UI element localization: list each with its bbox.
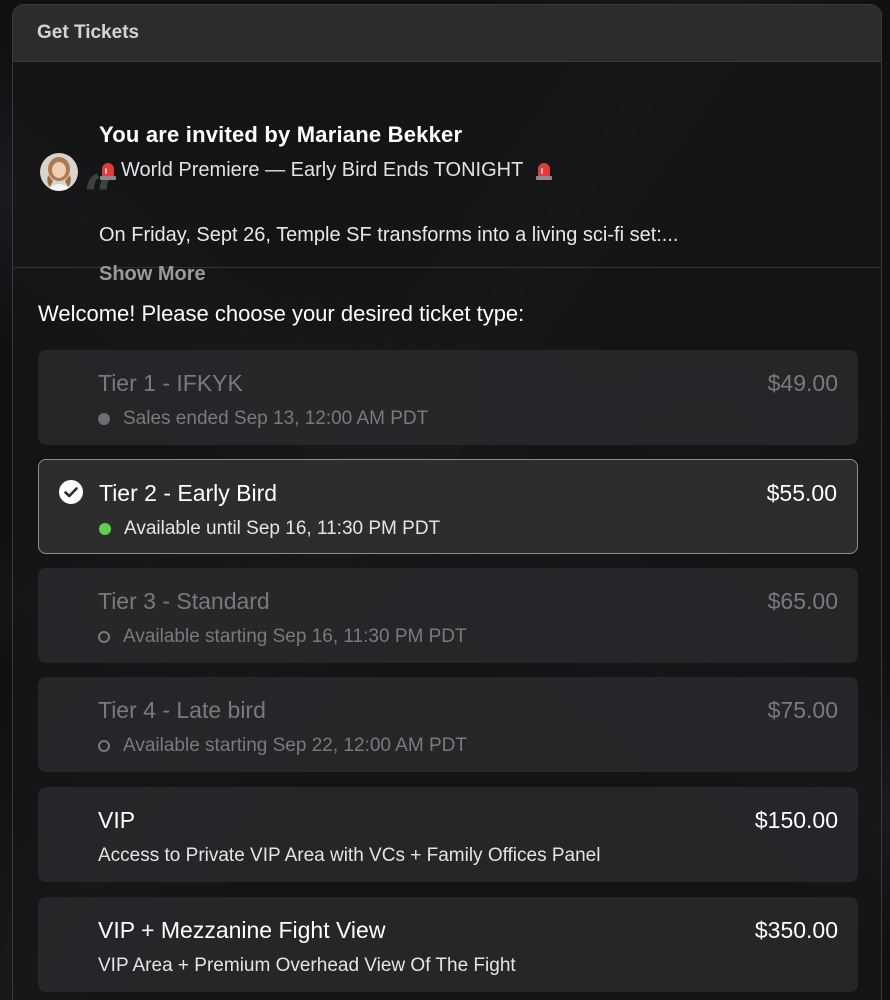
status-dot-ended-icon: [98, 413, 110, 425]
status-dot-available-icon: [99, 523, 111, 535]
panel-header: Get Tickets: [13, 5, 881, 62]
checkmark-circle-icon: [59, 480, 83, 504]
ticket-price: $350.00: [754, 917, 838, 943]
invite-section: “ You are invited by Mariane Bekker Worl…: [13, 62, 881, 285]
ticket-prompt: Welcome! Please choose your desired tick…: [38, 301, 525, 326]
event-tagline: World Premiere — Early Bird Ends TONIGHT: [99, 159, 553, 182]
ticket-option-tier-1[interactable]: Tier 1 - IFKYK $49.00 Sales ended Sep 13…: [38, 350, 858, 445]
ticket-status-text: Available starting Sep 22, 12:00 AM PDT: [123, 735, 467, 756]
status-dot-upcoming-icon: [98, 631, 110, 643]
ticket-status: Available starting Sep 16, 11:30 PM PDT: [98, 626, 467, 648]
ticket-description-text: Access to Private VIP Area with VCs + Fa…: [98, 845, 601, 866]
ticket-status-text: Available until Sep 16, 11:30 PM PDT: [124, 518, 441, 539]
ticket-name: Tier 3 - Standard: [98, 588, 270, 614]
ticket-price: $65.00: [767, 588, 838, 614]
ticket-name: Tier 4 - Late bird: [98, 697, 266, 723]
event-description: On Friday, Sept 26, Temple SF transforms…: [99, 224, 679, 246]
invite-heading: You are invited by Mariane Bekker: [99, 122, 861, 148]
ticket-name: Tier 1 - IFKYK: [98, 370, 243, 396]
ticket-status: Available until Sep 16, 11:30 PM PDT: [99, 518, 440, 540]
ticket-price: $150.00: [754, 807, 838, 833]
ticket-name: VIP + Mezzanine Fight View: [98, 917, 386, 943]
ticket-description: VIP Area + Premium Overhead View Of The …: [98, 955, 516, 977]
ticket-option-tier-4[interactable]: Tier 4 - Late bird $75.00 Available star…: [38, 677, 858, 772]
ticket-description: Access to Private VIP Area with VCs + Fa…: [98, 845, 600, 867]
panel-title: Get Tickets: [37, 22, 140, 43]
host-avatar: [40, 153, 78, 191]
get-tickets-panel: Get Tickets “ You are invited by Mariane…: [12, 4, 882, 1000]
invite-title: You are invited by Mariane Bekker: [99, 122, 463, 147]
ticket-status: Available starting Sep 22, 12:00 AM PDT: [98, 735, 467, 757]
ticket-option-vip-mezzanine[interactable]: VIP + Mezzanine Fight View $350.00 VIP A…: [38, 897, 858, 992]
event-line-text: World Premiere — Early Bird Ends TONIGHT: [121, 159, 524, 181]
siren-icon: [99, 161, 117, 181]
siren-icon: [535, 161, 553, 181]
ticket-name: Tier 2 - Early Bird: [99, 480, 278, 506]
show-more-link[interactable]: Show More: [99, 263, 206, 286]
ticket-status-text: Available starting Sep 16, 11:30 PM PDT: [123, 626, 467, 647]
ticket-status-text: Sales ended Sep 13, 12:00 AM PDT: [123, 408, 429, 429]
ticket-option-tier-3[interactable]: Tier 3 - Standard $65.00 Available start…: [38, 568, 858, 663]
ticket-description-text: VIP Area + Premium Overhead View Of The …: [98, 955, 516, 976]
ticket-status: Sales ended Sep 13, 12:00 AM PDT: [98, 408, 428, 430]
ticket-name: VIP: [98, 807, 136, 833]
ticket-option-vip[interactable]: VIP $150.00 Access to Private VIP Area w…: [38, 787, 858, 882]
status-dot-upcoming-icon: [98, 740, 110, 752]
ticket-price: $55.00: [766, 480, 837, 506]
ticket-price: $75.00: [767, 697, 838, 723]
ticket-price: $49.00: [767, 370, 838, 396]
ticket-option-tier-2[interactable]: Tier 2 - Early Bird $55.00 Available unt…: [38, 459, 858, 554]
